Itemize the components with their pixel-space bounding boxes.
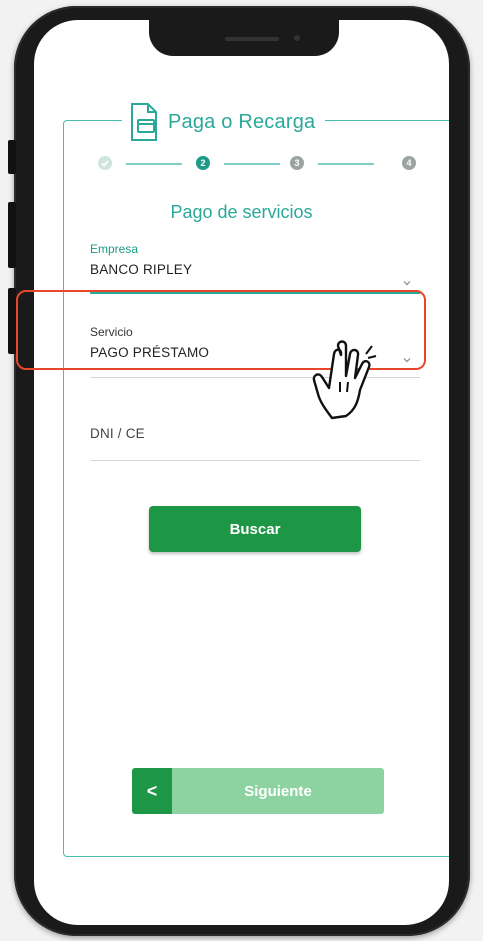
empresa-value: BANCO RIPLEY [90, 262, 193, 277]
step-connector [318, 163, 374, 165]
phone-volume-up [8, 202, 16, 268]
buscar-button[interactable]: Buscar [149, 506, 361, 552]
card-header: Paga o Recarga [122, 100, 326, 144]
payment-card [63, 120, 449, 857]
stepper: 2 3 4 [98, 152, 438, 176]
phone-volume-down [8, 288, 16, 354]
chevron-down-icon [403, 281, 411, 286]
step-connector [126, 163, 182, 165]
dni-placeholder: DNI / CE [90, 426, 145, 441]
empresa-select[interactable]: Empresa BANCO RIPLEY [90, 242, 420, 296]
step-1-done [98, 156, 112, 170]
phone-notch [149, 20, 339, 56]
chevron-left-icon: < [146, 780, 158, 801]
phone-screen: Paga o Recarga 2 3 4 Pago de servicios E… [34, 20, 449, 925]
siguiente-button[interactable]: Siguiente [172, 768, 384, 814]
back-button[interactable]: < [132, 768, 172, 814]
camera-icon [294, 35, 300, 41]
step-4: 4 [402, 156, 416, 170]
speaker-icon [225, 37, 279, 41]
step-2-current: 2 [196, 156, 210, 170]
page-title: Paga o Recarga [168, 110, 316, 133]
section-title: Pago de servicios [170, 202, 313, 222]
check-icon [101, 160, 109, 167]
phone-side-button [8, 140, 16, 174]
document-card-icon [131, 103, 157, 141]
step-connector [224, 163, 280, 165]
dni-underline [90, 460, 420, 461]
empresa-label: Empresa [90, 242, 139, 256]
step-3: 3 [290, 156, 304, 170]
hand-pointer-icon [312, 340, 377, 420]
